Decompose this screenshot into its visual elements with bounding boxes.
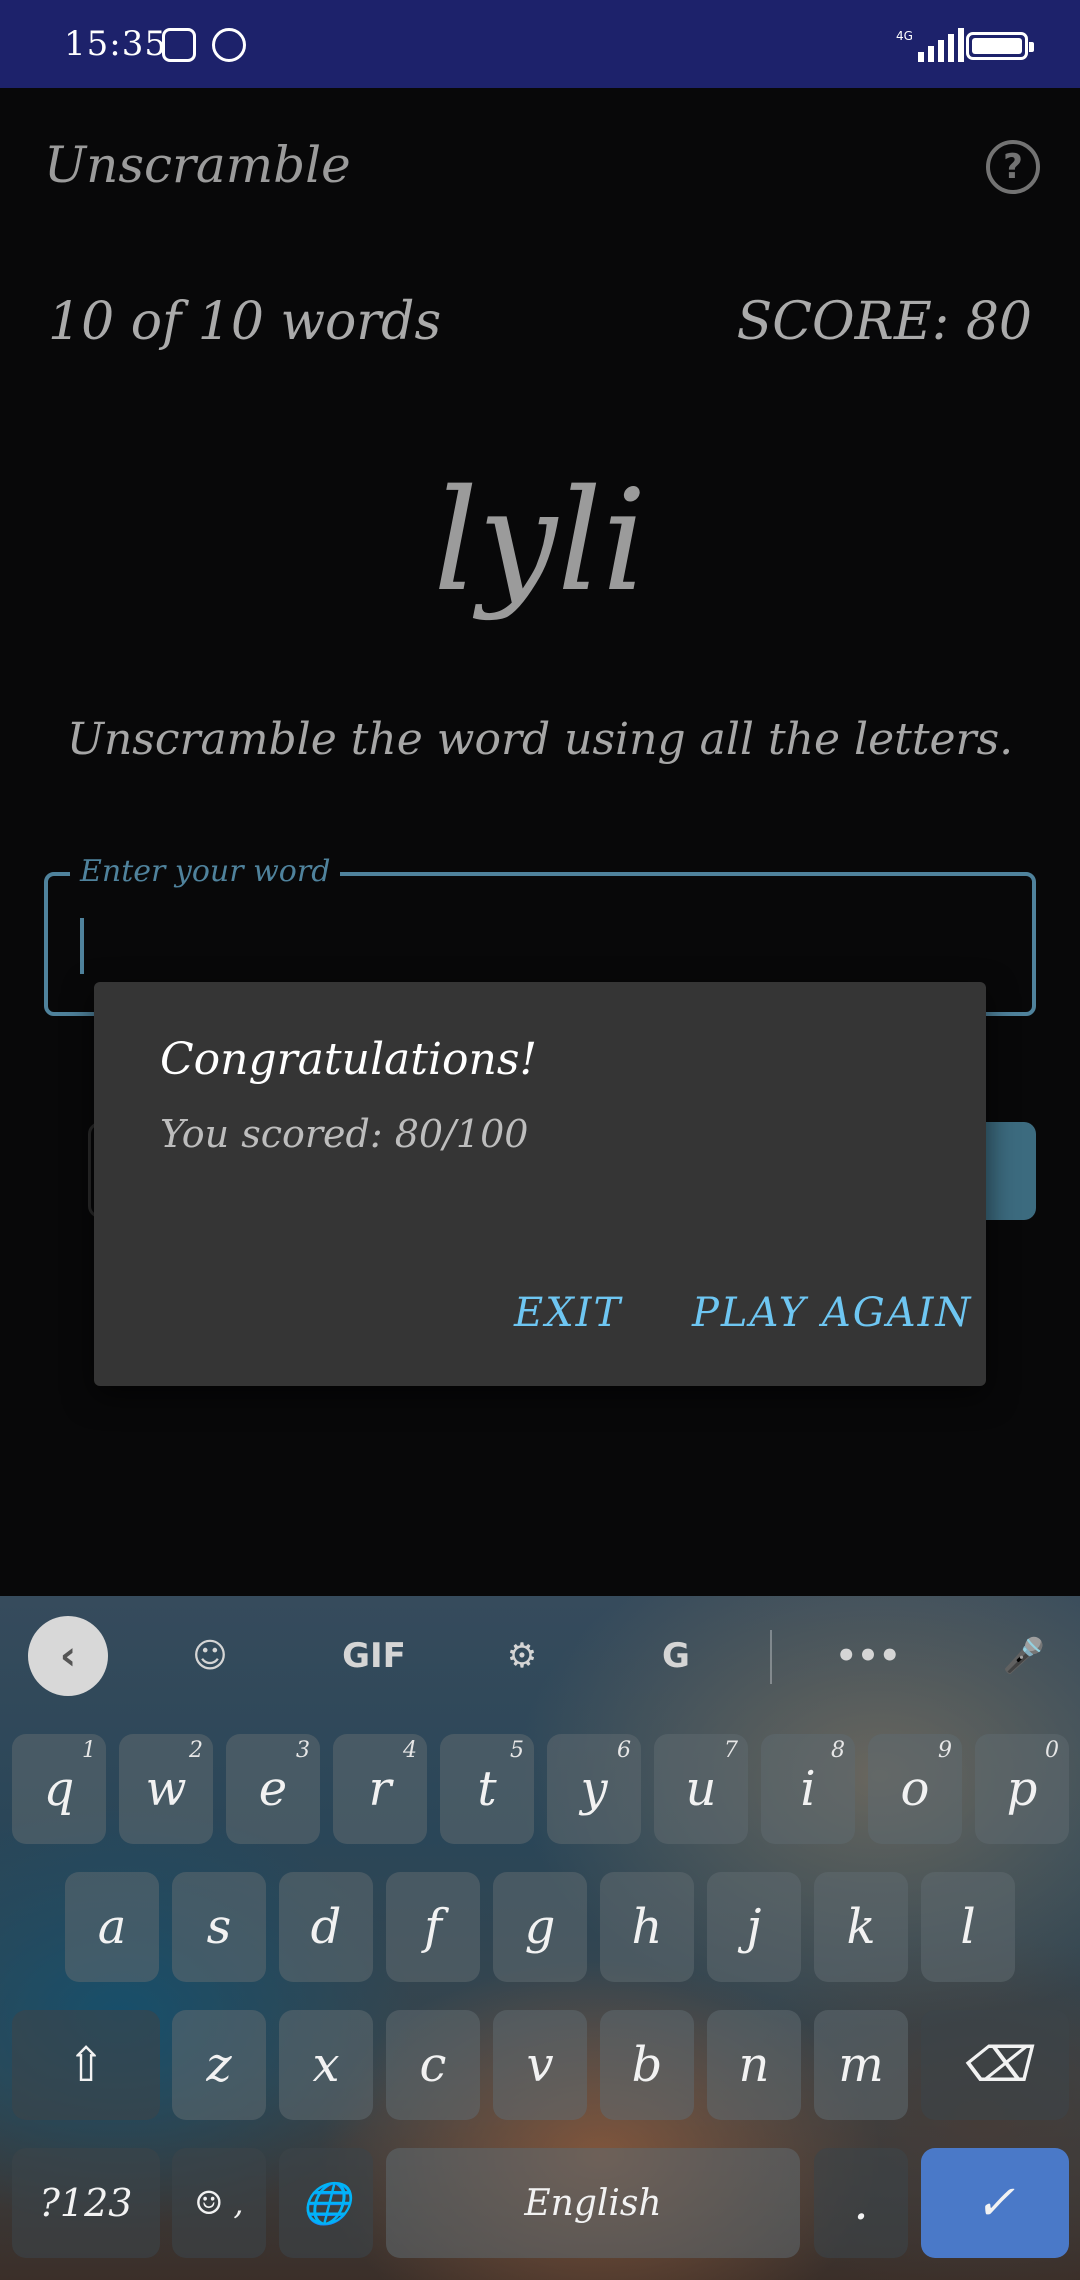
key-d[interactable]: d [279, 1872, 373, 1982]
whatsapp-icon [212, 28, 246, 62]
battery-icon [966, 32, 1034, 60]
gif-button[interactable]: GIF [324, 1616, 424, 1696]
soft-keyboard: ‹ ☺ GIF ⚙ G ••• 🎤 q1 w2 e3 r4 t5 y6 u7 i… [0, 1596, 1080, 2280]
play-again-button[interactable]: PLAY AGAIN [692, 1290, 972, 1336]
key-z[interactable]: z [172, 2010, 266, 2120]
key-i[interactable]: i8 [761, 1734, 855, 1844]
key-c[interactable]: c [386, 2010, 480, 2120]
key-e[interactable]: e3 [226, 1734, 320, 1844]
sticker-icon[interactable]: ☺ [170, 1616, 250, 1696]
key-q[interactable]: q1 [12, 1734, 106, 1844]
key-l[interactable]: l [921, 1872, 1015, 1982]
key-k[interactable]: k [814, 1872, 908, 1982]
saavn-icon [162, 28, 196, 62]
emoji-key[interactable]: ☺ , [172, 2148, 266, 2258]
globe-icon[interactable]: 🌐 [279, 2148, 373, 2258]
translate-icon[interactable]: G [636, 1616, 716, 1696]
space-key[interactable]: English [386, 2148, 800, 2258]
dialog-title: Congratulations! [160, 1034, 538, 1085]
key-w[interactable]: w2 [119, 1734, 213, 1844]
key-x[interactable]: x [279, 2010, 373, 2120]
key-s[interactable]: s [172, 1872, 266, 1982]
exit-button[interactable]: EXIT [514, 1290, 622, 1336]
key-n[interactable]: n [707, 2010, 801, 2120]
shift-key[interactable]: ⇧ [12, 2010, 160, 2120]
key-h[interactable]: h [600, 1872, 694, 1982]
key-y[interactable]: y6 [547, 1734, 641, 1844]
key-p[interactable]: p0 [975, 1734, 1069, 1844]
signal-icon [918, 28, 964, 62]
network-type: 4G [896, 29, 913, 43]
key-r[interactable]: r4 [333, 1734, 427, 1844]
period-key[interactable]: . [814, 2148, 908, 2258]
key-a[interactable]: a [65, 1872, 159, 1982]
enter-key[interactable]: ✓ [921, 2148, 1069, 2258]
backspace-key[interactable]: ⌫ [921, 2010, 1069, 2120]
key-m[interactable]: m [814, 2010, 908, 2120]
key-f[interactable]: f [386, 1872, 480, 1982]
key-v[interactable]: v [493, 2010, 587, 2120]
key-t[interactable]: t5 [440, 1734, 534, 1844]
keyboard-toolbar: ‹ ☺ GIF ⚙ G ••• 🎤 [0, 1596, 1080, 1712]
key-o[interactable]: o9 [868, 1734, 962, 1844]
toolbar-divider [770, 1630, 772, 1684]
key-j[interactable]: j [707, 1872, 801, 1982]
more-icon[interactable]: ••• [828, 1616, 908, 1696]
status-time: 15:35 [64, 24, 167, 64]
back-icon[interactable]: ‹ [28, 1616, 108, 1696]
key-g[interactable]: g [493, 1872, 587, 1982]
settings-icon[interactable]: ⚙ [482, 1616, 562, 1696]
mic-icon[interactable]: 🎤 [984, 1616, 1064, 1696]
dialog-message: You scored: 80/100 [160, 1112, 529, 1156]
key-u[interactable]: u7 [654, 1734, 748, 1844]
status-bar: 15:35 4G [0, 0, 1080, 88]
score-dialog: Congratulations! You scored: 80/100 EXIT… [94, 982, 986, 1386]
symbols-key[interactable]: ?123 [12, 2148, 160, 2258]
key-b[interactable]: b [600, 2010, 694, 2120]
